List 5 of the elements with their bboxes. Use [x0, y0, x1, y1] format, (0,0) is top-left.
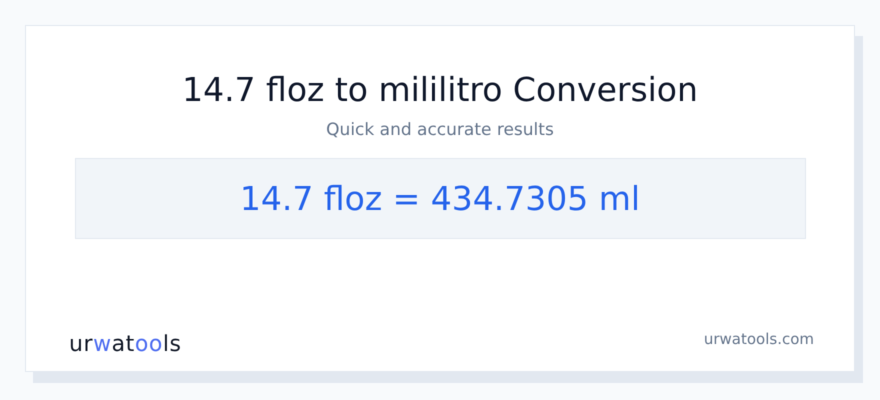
logo: urwatools	[69, 331, 182, 359]
page-title: 14.7 floz to mililitro Conversion	[182, 70, 698, 110]
subtitle: Quick and accurate results	[326, 119, 554, 142]
result-panel: 14.7 floz = 434.7305 ml	[74, 158, 806, 239]
site-url: urwatools.com	[704, 329, 814, 350]
